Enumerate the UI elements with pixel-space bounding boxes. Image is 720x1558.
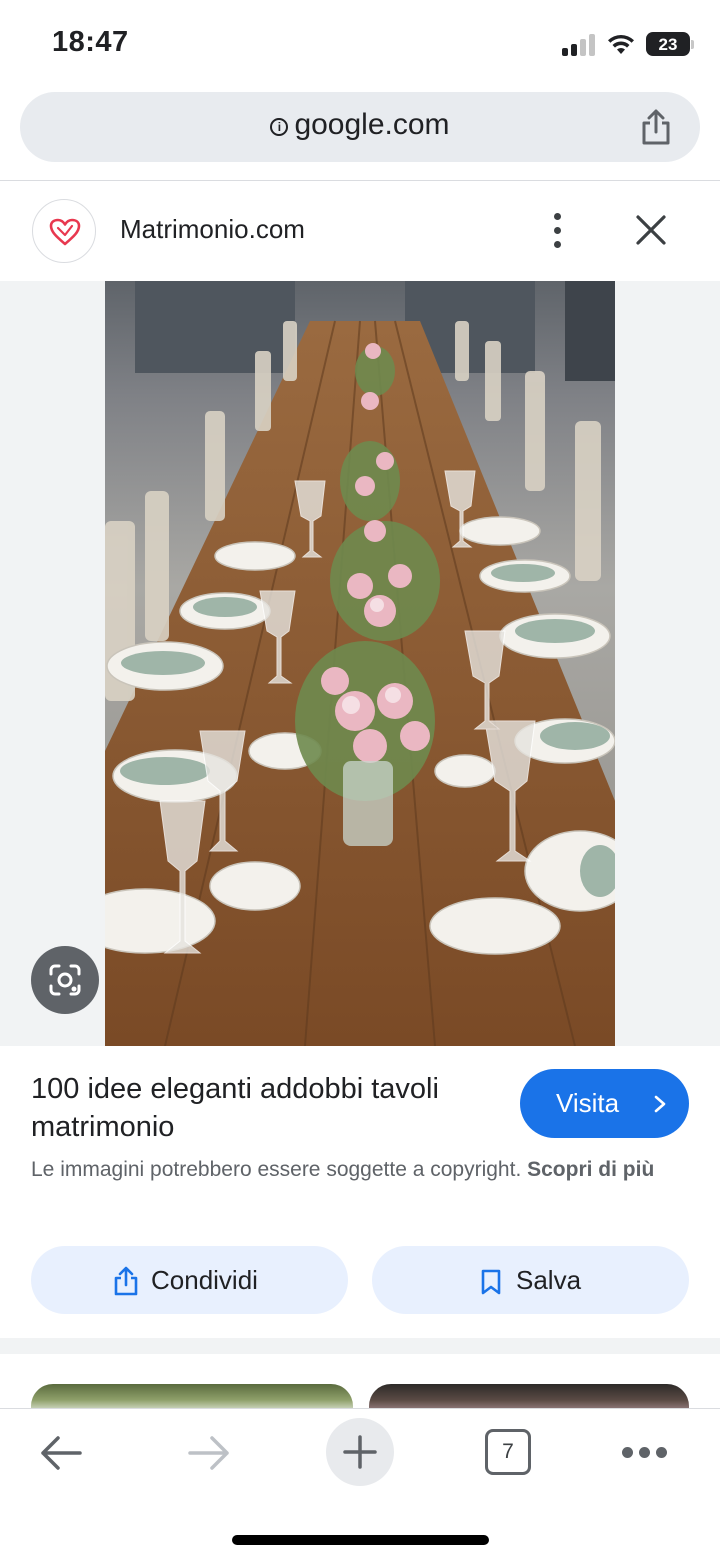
result-title[interactable]: 100 idee eleganti addobbi tavoli matrimo… — [31, 1070, 491, 1146]
url-display[interactable]: i google.com — [20, 108, 700, 142]
visit-label: Visita — [556, 1088, 620, 1118]
info-icon[interactable]: i — [270, 118, 289, 136]
tab-switcher-button[interactable]: 7 — [485, 1429, 531, 1475]
source-name[interactable]: Matrimonio.com — [120, 214, 305, 245]
wedding-table-photo[interactable] — [105, 281, 615, 1046]
battery-tip — [691, 40, 694, 49]
arrow-left-icon[interactable] — [38, 1433, 84, 1473]
visit-button[interactable]: Visita — [520, 1069, 689, 1138]
status-bar: 18:47 23 — [0, 0, 720, 88]
more-horiz-icon[interactable] — [622, 1447, 668, 1459]
bottom-toolbar: 7 — [0, 1408, 720, 1558]
copyright-notice: Le immagini potrebbero essere soggette a… — [31, 1154, 691, 1185]
home-indicator — [232, 1535, 489, 1545]
address-bar[interactable]: i google.com — [20, 92, 700, 162]
cellular-signal-icon — [562, 34, 598, 56]
share-label: Condividi — [151, 1265, 258, 1295]
close-icon[interactable] — [634, 213, 668, 247]
arrow-right-icon[interactable] — [186, 1433, 232, 1473]
new-tab-button[interactable] — [326, 1418, 394, 1486]
source-header: Matrimonio.com — [0, 181, 720, 281]
image-viewer — [0, 281, 720, 1046]
section-divider — [0, 1338, 720, 1354]
share-icon — [114, 1266, 138, 1296]
page: 18:47 23 i google.com Matrimonio.com 100… — [0, 0, 720, 1558]
share-icon[interactable] — [638, 108, 674, 146]
chevron-right-icon — [654, 1095, 666, 1113]
battery-level: 23 — [658, 35, 678, 54]
plus-icon — [343, 1435, 377, 1469]
url-domain: google.com — [294, 108, 450, 141]
bookmark-icon — [481, 1269, 501, 1295]
more-vert-icon[interactable] — [548, 213, 568, 249]
battery-icon: 23 — [646, 32, 690, 56]
learn-more-link[interactable]: Scopri di più — [527, 1158, 654, 1181]
source-favicon[interactable] — [32, 199, 96, 263]
lens-icon — [49, 964, 81, 996]
wifi-icon — [608, 34, 634, 54]
share-button[interactable]: Condividi — [31, 1246, 348, 1314]
save-label: Salva — [516, 1265, 582, 1295]
copyright-text: Le immagini potrebbero essere soggette a… — [31, 1158, 522, 1181]
save-button[interactable]: Salva — [372, 1246, 689, 1314]
lens-search-button[interactable] — [31, 946, 99, 1014]
status-time: 18:47 — [52, 26, 129, 58]
heart-icon — [49, 218, 81, 246]
